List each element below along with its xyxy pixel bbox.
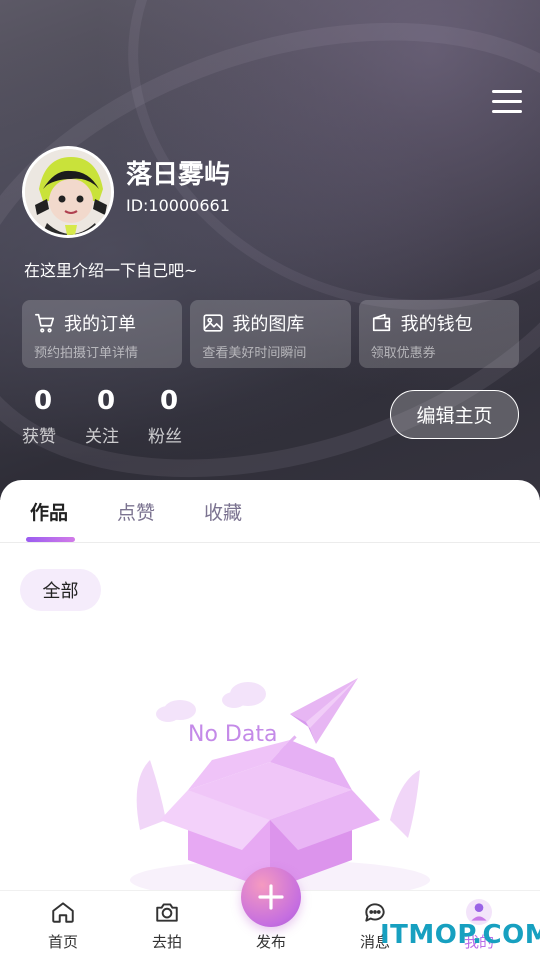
card-title: 我的订单: [64, 314, 136, 335]
publish-label: 发布: [255, 933, 286, 951]
stat-value: 0: [97, 386, 116, 416]
empty-box-illustration: [130, 678, 430, 900]
tab-works[interactable]: 作品: [30, 498, 68, 525]
content-tabs: 作品 点赞 收藏: [0, 480, 540, 543]
card-title: 我的图库: [232, 314, 305, 335]
watermark-text: ITMOP.COM: [380, 920, 540, 950]
publish-button[interactable]: [241, 867, 301, 927]
active-tab-indicator: [26, 537, 75, 542]
camera-icon: [156, 903, 178, 922]
card-subtitle: 领取优惠券: [370, 346, 436, 361]
no-data-text: No Data: [188, 722, 278, 747]
home-icon: [52, 902, 74, 923]
nav-label: 去拍: [151, 933, 182, 951]
stat-value: 0: [34, 386, 53, 416]
empty-state: No Data: [120, 670, 440, 900]
stat-following[interactable]: 0 关注: [85, 386, 148, 447]
shortcut-cards: 我的订单 预约拍摄订单详情 我的图库 查看美好时间瞬间 我的钱包 领取优惠券: [22, 300, 519, 368]
profile-stats: 0 获赞 0 关注 0 粉丝: [22, 386, 211, 447]
cart-icon: [35, 313, 55, 333]
nav-home[interactable]: 首页: [28, 899, 98, 952]
card-subtitle: 预约拍摄订单详情: [34, 346, 139, 361]
stat-label: 获赞: [22, 427, 56, 447]
tab-favorites[interactable]: 收藏: [204, 498, 242, 525]
user-id: ID:10000661: [126, 196, 230, 215]
stat-label: 关注: [85, 427, 119, 447]
filter-chip-all[interactable]: 全部: [20, 569, 101, 611]
wallet-icon: [372, 313, 390, 332]
menu-icon: [492, 90, 522, 93]
my-wallet-card[interactable]: 我的钱包 领取优惠券: [358, 300, 519, 368]
tab-likes[interactable]: 点赞: [117, 498, 155, 525]
stat-label: 粉丝: [148, 427, 182, 447]
nav-label: 首页: [47, 933, 78, 951]
card-subtitle: 查看美好时间瞬间: [202, 346, 307, 361]
profile-header: 落日雾屿 ID:10000661 在这里介绍一下自己吧~ 我的订单 预约拍摄订单…: [0, 0, 540, 500]
stat-value: 0: [160, 386, 179, 416]
card-title: 我的钱包: [400, 314, 473, 335]
username: 落日雾屿: [126, 160, 231, 190]
plus-icon: [258, 884, 284, 910]
user-bio[interactable]: 在这里介绍一下自己吧~: [24, 257, 197, 281]
avatar[interactable]: [22, 146, 114, 238]
stat-likes[interactable]: 0 获赞: [22, 386, 85, 447]
my-gallery-card[interactable]: 我的图库 查看美好时间瞬间: [190, 300, 351, 368]
nav-shoot[interactable]: 去拍: [132, 899, 202, 952]
stat-followers[interactable]: 0 粉丝: [148, 386, 211, 447]
edit-profile-button[interactable]: 编辑主页: [390, 390, 519, 439]
my-orders-card[interactable]: 我的订单 预约拍摄订单详情: [22, 300, 183, 368]
image-icon: [203, 314, 223, 332]
menu-button[interactable]: [492, 90, 522, 116]
